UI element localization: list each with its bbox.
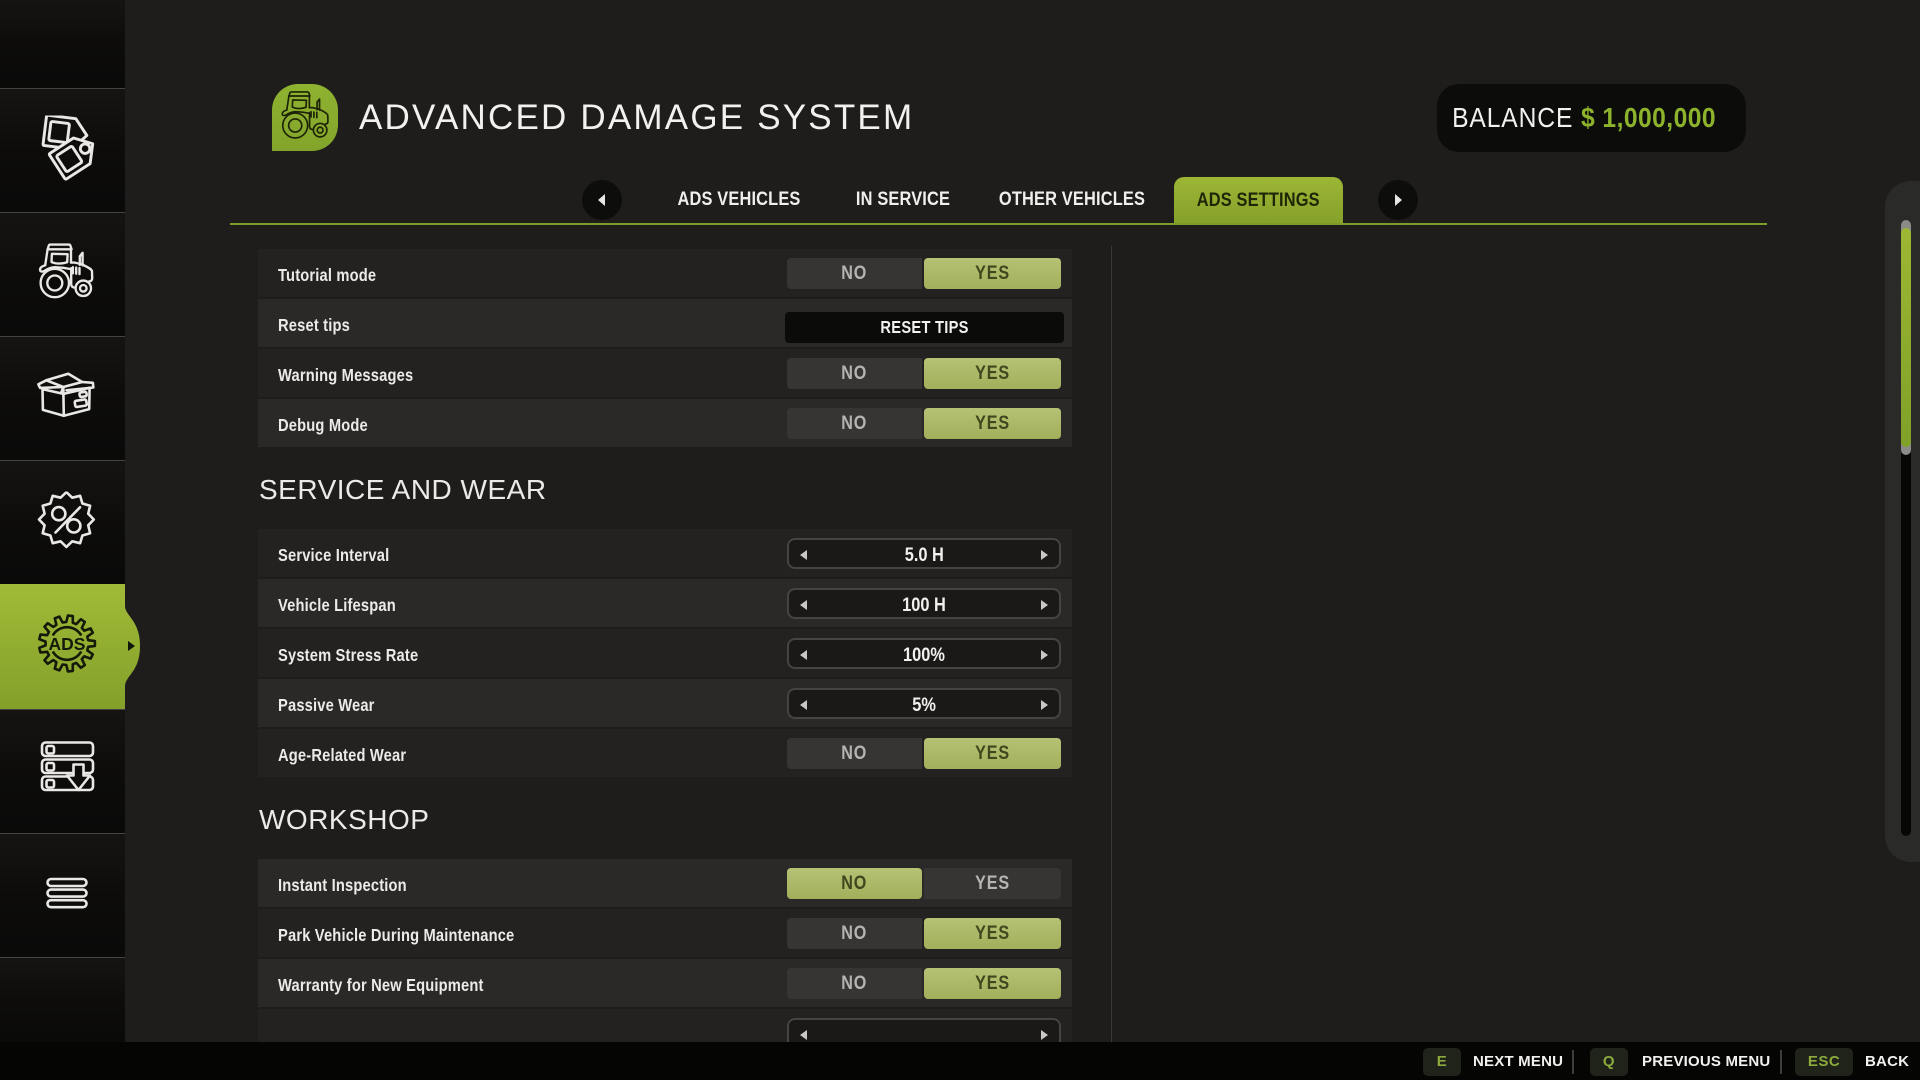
- svg-text:ADS: ADS: [49, 634, 86, 654]
